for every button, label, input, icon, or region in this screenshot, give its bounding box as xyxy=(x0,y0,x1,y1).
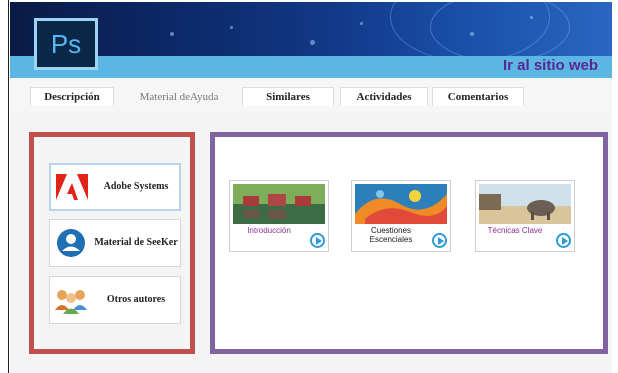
video-label: Cuestiones Escenciales xyxy=(369,226,413,244)
resource-adobe-systems[interactable]: Adobe Systems xyxy=(49,163,181,211)
tab-label: Material deAyuda xyxy=(139,91,219,103)
tab-label: Similares xyxy=(266,91,310,103)
video-tecnicas-clave[interactable]: Técnicas Clave xyxy=(475,180,575,252)
banner-sparkle xyxy=(230,26,233,29)
site-link[interactable]: Ir al sitio web xyxy=(503,57,598,74)
app-logo: Ps xyxy=(34,18,98,70)
adobe-logo-icon xyxy=(51,172,93,202)
banner-sparkle xyxy=(470,32,474,36)
tab-similares[interactable]: Similares xyxy=(242,87,334,106)
video-introduccion[interactable]: Introducción xyxy=(229,180,329,252)
video-thumbnail xyxy=(479,184,571,224)
tab-label: Actividades xyxy=(356,91,412,103)
banner-sparkle xyxy=(170,32,174,36)
site-link-strip: Ir al sitio web xyxy=(10,56,612,78)
video-thumbnail xyxy=(355,184,447,224)
video-cuestiones-escenciales[interactable]: Cuestiones Escenciales xyxy=(351,180,451,252)
people-group-icon xyxy=(50,286,92,314)
videos-panel: Introducción Cuestiones Escenciales Técn… xyxy=(210,132,608,354)
resource-label: Adobe Systems xyxy=(103,181,169,192)
user-profile-icon xyxy=(50,228,92,258)
resources-panel: Adobe Systems Material de SeeKer Otros a… xyxy=(29,132,195,354)
play-icon[interactable] xyxy=(432,233,447,248)
banner-sparkle xyxy=(310,40,315,45)
banner-sparkle xyxy=(360,22,363,25)
video-label: Técnicas Clave xyxy=(487,226,543,235)
tab-descripcion[interactable]: Descripción xyxy=(30,87,114,106)
play-icon[interactable] xyxy=(310,233,325,248)
tab-actividades[interactable]: Actividades xyxy=(340,87,428,106)
resource-material-de-seeker[interactable]: Material de SeeKer xyxy=(49,219,181,267)
tab-comentarios[interactable]: Comentarios xyxy=(432,87,524,106)
banner-sparkle xyxy=(530,16,533,19)
tab-label: Descripción xyxy=(44,91,100,103)
video-label: Introducción xyxy=(247,226,291,235)
tab-bar: Descripción Material deAyuda Similares A… xyxy=(10,78,612,112)
tab-material-de-ayuda[interactable]: Material deAyuda xyxy=(126,87,232,106)
resource-label: Otros autores xyxy=(106,294,166,305)
tab-label: Comentarios xyxy=(447,91,509,103)
resource-label: Material de SeeKer xyxy=(94,237,178,248)
play-icon[interactable] xyxy=(556,233,571,248)
logo-text: Ps xyxy=(50,28,82,59)
resource-otros-autores[interactable]: Otros autores xyxy=(49,276,181,324)
video-thumbnail xyxy=(233,184,325,224)
